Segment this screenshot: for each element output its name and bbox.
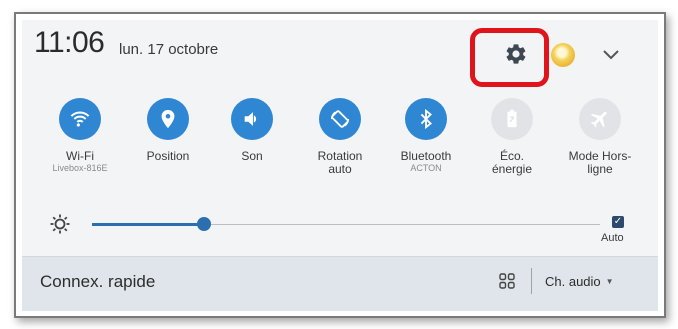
toggle-sound[interactable]: Son	[204, 98, 300, 163]
quick-connect-button[interactable]: Connex. rapide	[40, 272, 155, 292]
airplane-icon	[579, 98, 621, 140]
wifi-icon	[59, 98, 101, 140]
rotation-icon	[319, 98, 361, 140]
toggle-label: Son	[241, 149, 263, 163]
battery-saver-icon	[491, 98, 533, 140]
quick-toggles: Wi-Fi Livebox-816E Position Son Rotation…	[44, 98, 644, 188]
gear-icon[interactable]	[504, 42, 528, 66]
avatar[interactable]	[551, 43, 575, 67]
clock: 11:06	[34, 26, 105, 59]
toggle-sublabel: Livebox-816E	[52, 163, 108, 173]
toggle-rotation[interactable]: Rotation auto	[292, 98, 388, 176]
bluetooth-icon	[405, 98, 447, 140]
brightness-auto-icon	[50, 214, 70, 234]
toggle-label: Bluetooth	[400, 149, 452, 163]
toggle-position[interactable]: Position	[120, 98, 216, 163]
brightness-track[interactable]	[203, 224, 600, 225]
grid-icon[interactable]	[499, 273, 515, 289]
auto-brightness-label: Auto	[601, 232, 624, 244]
volume-icon	[231, 98, 273, 140]
toggle-label: Éco. énergie	[491, 149, 533, 176]
caret-down-icon: ▼	[605, 277, 614, 286]
toggle-label: Mode Hors-ligne	[568, 149, 632, 176]
toggle-label: Wi-Fi	[66, 149, 94, 163]
brightness-slider-thumb[interactable]	[196, 217, 211, 231]
toggle-label: Rotation auto	[317, 149, 363, 176]
toggle-bluetooth[interactable]: Bluetooth ACTON	[378, 98, 474, 174]
audio-channel-dropdown[interactable]: Ch. audio ▼	[545, 274, 614, 289]
location-pin-icon	[147, 98, 189, 140]
audio-channel-label: Ch. audio	[545, 274, 601, 289]
date: lun. 17 octobre	[119, 41, 219, 58]
toggle-power-saving[interactable]: Éco. énergie	[464, 98, 560, 176]
toggle-airplane[interactable]: Mode Hors-ligne	[552, 98, 648, 176]
brightness-track-filled[interactable]	[92, 223, 204, 226]
toggle-label: Position	[146, 149, 190, 163]
chevron-down-icon[interactable]	[602, 48, 620, 62]
divider	[531, 268, 532, 294]
toggle-sublabel: ACTON	[410, 163, 442, 173]
toggle-wifi[interactable]: Wi-Fi Livebox-816E	[32, 98, 128, 174]
auto-brightness-checkbox[interactable]: ✓	[612, 216, 624, 228]
